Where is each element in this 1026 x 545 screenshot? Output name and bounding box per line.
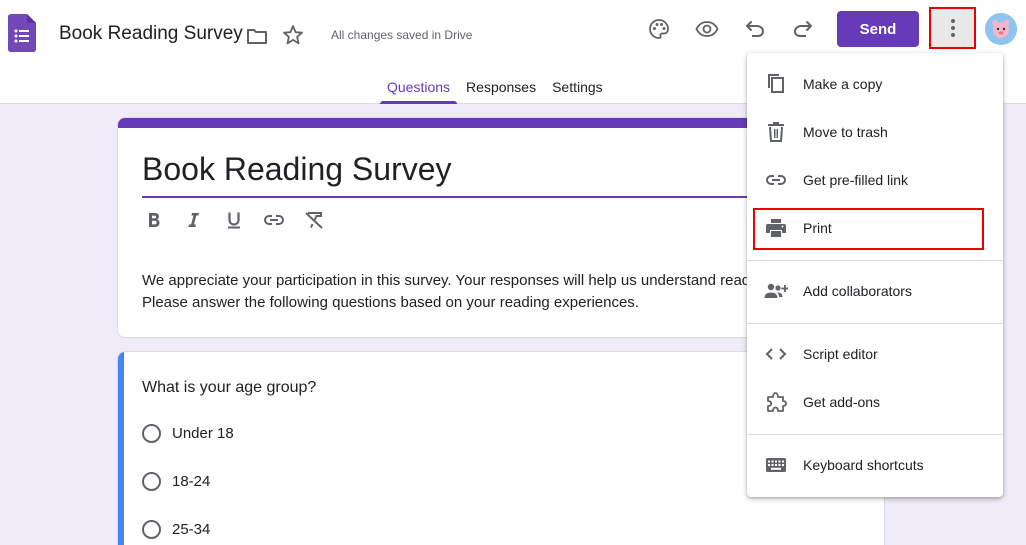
menu-item-label: Get add-ons (803, 394, 881, 410)
option-under-18[interactable]: Under 18 (142, 423, 234, 443)
account-avatar[interactable] (985, 13, 1017, 45)
undo-icon[interactable] (743, 17, 767, 41)
menu-divider (747, 260, 1003, 261)
menu-item-make-copy[interactable]: Make a copy (747, 60, 1003, 108)
document-title[interactable]: Book Reading Survey (59, 23, 243, 45)
tab-questions[interactable]: Questions (380, 70, 458, 104)
menu-item-script-editor[interactable]: Script editor (747, 330, 1003, 378)
form-tabs: Questions Responses Settings (380, 70, 612, 104)
puzzle-icon (764, 390, 788, 414)
code-icon (764, 342, 788, 366)
clear-format-icon (305, 212, 323, 229)
menu-item-move-to-trash[interactable]: Move to trash (747, 108, 1003, 156)
menu-item-label: Script editor (803, 346, 878, 362)
save-status: All changes saved in Drive (331, 28, 473, 42)
keyboard-icon (764, 453, 788, 477)
option-label: 18-24 (172, 472, 211, 490)
link-icon (263, 215, 285, 225)
trash-icon (764, 120, 788, 144)
option-label: Under 18 (172, 424, 234, 442)
radio-button[interactable] (142, 471, 161, 491)
menu-item-label: Keyboard shortcuts (803, 457, 924, 473)
menu-item-keyboard-shortcuts[interactable]: Keyboard shortcuts (747, 441, 1003, 489)
more-vert-icon (950, 19, 955, 37)
radio-button[interactable] (142, 423, 161, 443)
menu-item-label: Move to trash (803, 124, 888, 140)
option-18-24[interactable]: 18-24 (142, 471, 210, 491)
star-icon[interactable] (281, 23, 305, 47)
more-options-menu: Make a copy Move to trash Get pre-filled… (747, 53, 1003, 497)
underline-button[interactable] (222, 208, 246, 232)
clear-format-button[interactable] (302, 208, 326, 232)
format-toolbar (142, 208, 326, 232)
preview-eye-icon[interactable] (695, 17, 719, 41)
bold-button[interactable] (142, 208, 166, 232)
add-people-icon (764, 279, 788, 303)
redo-icon[interactable] (791, 17, 815, 41)
option-label: 25-34 (172, 520, 211, 538)
menu-item-label: Make a copy (803, 76, 883, 92)
italic-button[interactable] (182, 208, 206, 232)
menu-divider (747, 323, 1003, 324)
form-title-input[interactable]: Book Reading Survey (142, 151, 452, 188)
menu-divider (747, 434, 1003, 435)
avatar-image-icon (985, 13, 1017, 45)
tab-settings[interactable]: Settings (545, 70, 610, 104)
question-active-bar (118, 352, 124, 545)
italic-icon (188, 213, 199, 227)
question-title[interactable]: What is your age group? (142, 379, 316, 397)
copy-icon (764, 72, 788, 96)
tab-responses[interactable]: Responses (459, 70, 543, 104)
insert-link-button[interactable] (262, 208, 286, 232)
link-icon (764, 168, 788, 192)
more-options-button[interactable] (929, 7, 976, 49)
send-button[interactable]: Send (837, 11, 919, 47)
folder-icon[interactable] (245, 24, 269, 48)
option-25-34[interactable]: 25-34 (142, 519, 210, 539)
menu-item-label: Get pre-filled link (803, 172, 909, 188)
menu-item-pre-filled-link[interactable]: Get pre-filled link (747, 156, 1003, 204)
palette-icon[interactable] (647, 17, 671, 41)
menu-item-add-collaborators[interactable]: Add collaborators (747, 267, 1003, 315)
radio-button[interactable] (142, 519, 161, 539)
bold-icon (149, 213, 160, 227)
menu-item-get-add-ons[interactable]: Get add-ons (747, 378, 1003, 426)
underline-icon (228, 212, 240, 229)
menu-item-label: Add collaborators (803, 283, 912, 299)
print-highlight-box (753, 208, 984, 250)
google-forms-logo-icon[interactable] (8, 14, 36, 52)
